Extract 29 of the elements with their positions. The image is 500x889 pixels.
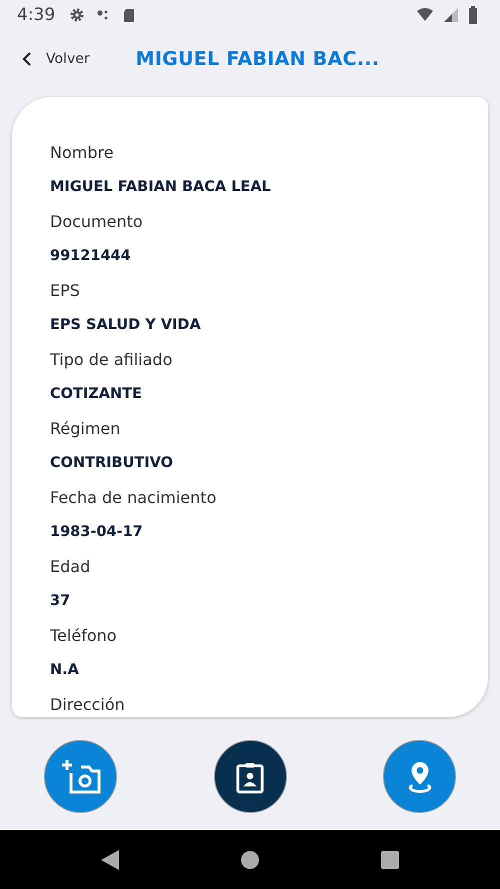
field-label: EPS	[50, 280, 81, 302]
field-value: N.A	[50, 661, 80, 680]
back-nav-icon[interactable]	[101, 850, 119, 870]
field-value: MIGUEL FABIAN BACA LEAL	[50, 178, 272, 197]
back-button[interactable]: Volver	[0, 50, 90, 66]
field-value: 37	[50, 592, 72, 611]
field-label: Edad	[50, 556, 92, 578]
field-label: Fecha de nacimiento	[50, 487, 218, 509]
home-nav-icon[interactable]	[241, 850, 259, 868]
field-label: Régimen	[50, 418, 122, 440]
field-label: Nombre	[50, 142, 115, 164]
field-label: Teléfono	[50, 625, 118, 647]
field-value: EPS SALUD Y VIDA	[50, 316, 202, 335]
field-label: Dirección	[50, 694, 126, 710]
field-value: CONTRIBUTIVO	[50, 454, 174, 473]
wifi-icon	[416, 7, 434, 23]
field-value: 99121444	[50, 247, 132, 266]
field-value: 1983-04-17	[50, 523, 144, 542]
field-value: COTIZANTE	[50, 385, 143, 404]
status-time: 4:39	[17, 5, 56, 25]
field-label: Documento	[50, 211, 144, 233]
field-label: Tipo de afiliado	[50, 349, 174, 371]
recents-nav-icon[interactable]	[381, 850, 399, 868]
add-camera-icon	[60, 758, 100, 794]
chevron-left-icon	[22, 50, 32, 66]
signal-icon	[444, 8, 458, 22]
page-title: MIGUEL FABIAN BAC...	[136, 48, 380, 70]
gear-icon	[69, 7, 86, 23]
battery-icon	[468, 6, 478, 24]
